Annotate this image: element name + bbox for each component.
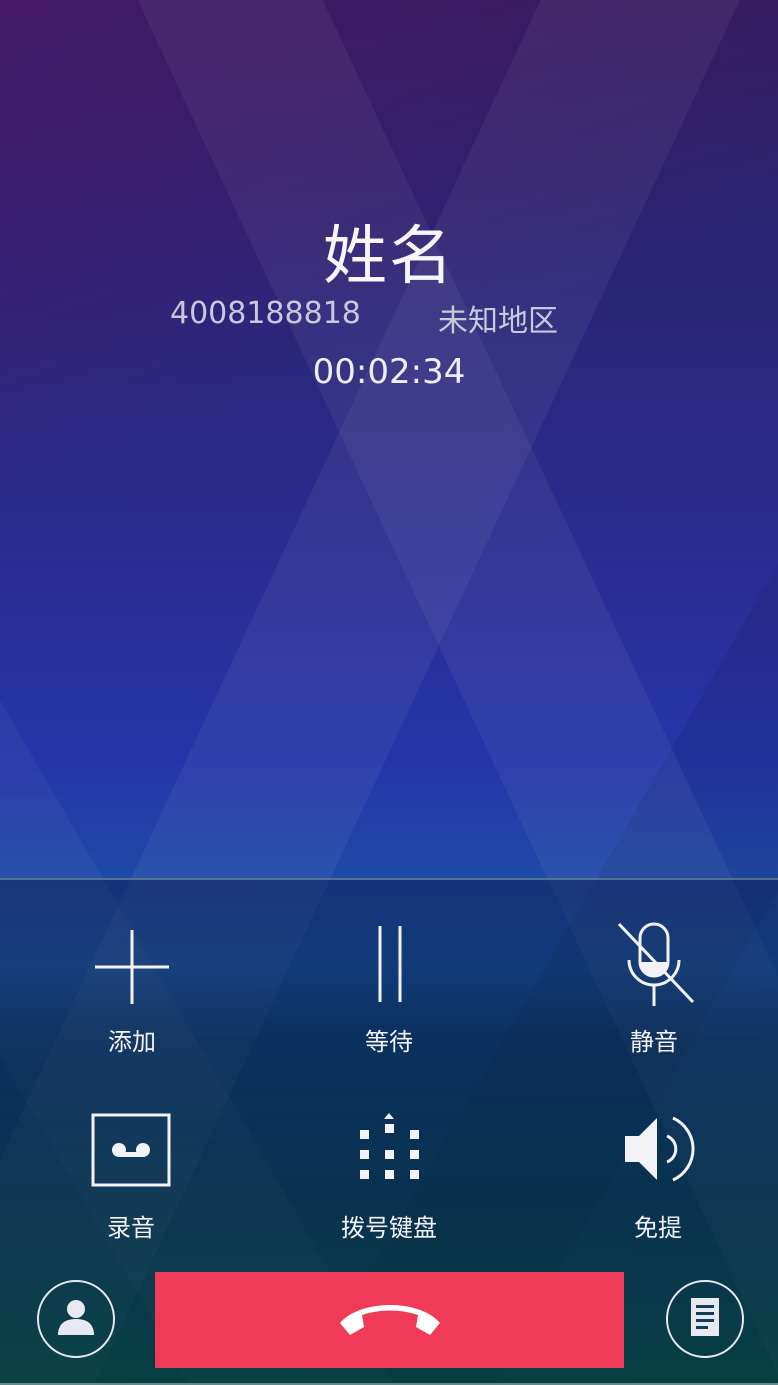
plus-icon	[42, 922, 222, 1012]
caller-name: 姓名	[323, 220, 455, 294]
person-icon	[54, 1295, 98, 1343]
contact-button[interactable]	[37, 1280, 115, 1358]
mute-label: 静音	[630, 1028, 678, 1056]
end-call-button[interactable]	[155, 1272, 624, 1368]
keypad-button[interactable]: 拨号键盘	[299, 1108, 479, 1243]
add-call-label: 添加	[108, 1028, 156, 1056]
add-call-button[interactable]: 添加	[42, 922, 222, 1057]
speaker-button[interactable]: 免提	[568, 1108, 748, 1243]
pause-icon	[299, 922, 479, 1012]
speaker-icon	[568, 1108, 748, 1198]
note-icon	[685, 1295, 725, 1343]
caller-info: 4008188818 未知地区	[0, 296, 778, 339]
hangup-phone-icon	[330, 1293, 450, 1347]
record-label: 录音	[107, 1214, 155, 1242]
notes-button[interactable]	[666, 1280, 744, 1358]
hold-button[interactable]: 等待	[299, 922, 479, 1057]
record-button[interactable]: 录音	[41, 1108, 221, 1243]
hold-label: 等待	[365, 1028, 413, 1056]
mute-button[interactable]: 静音	[564, 922, 744, 1057]
voicemail-icon	[41, 1108, 221, 1198]
speaker-label: 免提	[634, 1214, 682, 1242]
mic-off-icon	[564, 922, 744, 1012]
caller-region: 未知地区	[438, 304, 558, 339]
caller-number: 4008188818	[170, 296, 361, 331]
call-timer: 00:02:34	[312, 352, 466, 392]
keypad-label: 拨号键盘	[341, 1214, 437, 1242]
dialpad-icon	[299, 1108, 479, 1198]
